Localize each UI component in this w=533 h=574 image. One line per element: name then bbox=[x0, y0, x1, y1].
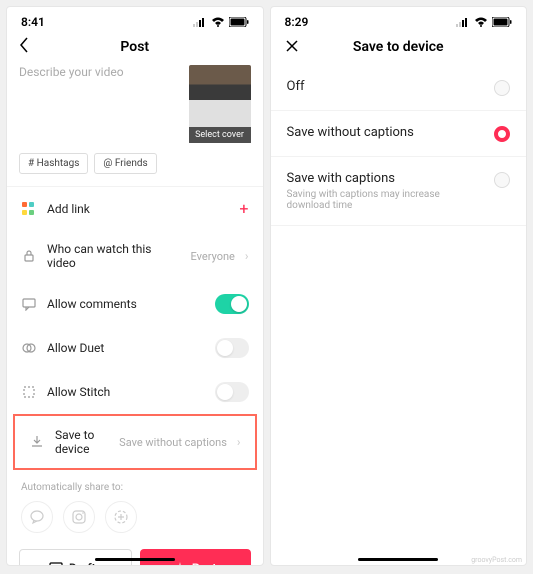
nav-bar: Post bbox=[7, 33, 263, 65]
save-to-device-screen: 8:29 Save to device Off Save without cap… bbox=[270, 6, 528, 566]
share-section: Automatically share to: bbox=[7, 470, 263, 539]
comments-row: Allow comments bbox=[7, 282, 263, 326]
drafts-icon bbox=[49, 562, 63, 566]
signal-icon bbox=[193, 17, 207, 27]
share-instagram-icon[interactable] bbox=[63, 501, 95, 533]
comment-icon bbox=[21, 296, 37, 312]
option-with-captions-sub: Saving with captions may increase downlo… bbox=[287, 189, 485, 211]
page-title: Post bbox=[120, 39, 149, 55]
option-off-label: Off bbox=[287, 79, 485, 94]
stitch-icon bbox=[21, 384, 37, 400]
lock-icon bbox=[21, 248, 37, 264]
status-bar: 8:29 bbox=[271, 7, 527, 33]
option-no-captions[interactable]: Save without captions bbox=[271, 111, 527, 157]
status-time: 8:41 bbox=[21, 15, 45, 29]
status-indicators bbox=[456, 17, 512, 27]
caption-input[interactable]: Describe your video bbox=[19, 65, 181, 143]
privacy-row[interactable]: Who can watch this video Everyone › bbox=[7, 230, 263, 282]
option-no-captions-label: Save without captions bbox=[287, 125, 485, 140]
share-icons bbox=[21, 501, 249, 533]
share-label: Automatically share to: bbox=[21, 482, 249, 493]
home-indicator bbox=[95, 558, 175, 561]
radio-with-captions[interactable] bbox=[494, 172, 510, 188]
comments-toggle[interactable] bbox=[215, 294, 249, 314]
status-time: 8:29 bbox=[285, 15, 309, 29]
post-label: Post bbox=[192, 561, 217, 566]
save-highlight: Save to device Save without captions › bbox=[13, 414, 257, 470]
bottom-buttons: Drafts Post bbox=[7, 539, 263, 566]
duet-icon bbox=[21, 340, 37, 356]
watermark: groovyPost.com bbox=[471, 556, 522, 564]
chevron-right-icon: › bbox=[237, 435, 241, 449]
select-cover-label: Select cover bbox=[189, 127, 251, 143]
nav-bar: Save to device bbox=[271, 33, 527, 65]
page-title: Save to device bbox=[353, 39, 444, 55]
signal-icon bbox=[456, 17, 470, 27]
option-off[interactable]: Off bbox=[271, 65, 527, 111]
download-icon bbox=[29, 434, 45, 450]
privacy-value: Everyone bbox=[191, 250, 235, 263]
chevron-left-icon bbox=[19, 37, 29, 53]
save-value: Save without captions bbox=[119, 436, 227, 449]
add-link-row[interactable]: Add link + bbox=[7, 186, 263, 230]
battery-icon bbox=[229, 17, 249, 27]
wifi-icon bbox=[474, 17, 488, 27]
cover-thumbnail[interactable]: Select cover bbox=[189, 65, 251, 143]
duet-row: Allow Duet bbox=[7, 326, 263, 370]
option-with-captions-label: Save with captions bbox=[287, 171, 485, 186]
radio-off[interactable] bbox=[494, 80, 510, 96]
option-with-captions[interactable]: Save with captions Saving with captions … bbox=[271, 157, 527, 226]
share-message-icon[interactable] bbox=[21, 501, 53, 533]
friends-chip[interactable]: @ Friends bbox=[94, 153, 156, 174]
stitch-row: Allow Stitch bbox=[7, 370, 263, 414]
add-link-label: Add link bbox=[47, 202, 229, 216]
back-button[interactable] bbox=[19, 37, 29, 57]
close-icon bbox=[285, 39, 299, 53]
status-bar: 8:41 bbox=[7, 7, 263, 33]
battery-icon bbox=[492, 17, 512, 27]
plus-icon: + bbox=[239, 199, 248, 218]
privacy-label: Who can watch this video bbox=[47, 242, 181, 270]
radio-no-captions[interactable] bbox=[494, 126, 510, 142]
duet-toggle[interactable] bbox=[215, 338, 249, 358]
wifi-icon bbox=[211, 17, 225, 27]
sparkle-icon bbox=[174, 562, 186, 566]
stitch-label: Allow Stitch bbox=[47, 385, 205, 399]
hashtags-chip[interactable]: # Hashtags bbox=[19, 153, 88, 174]
status-indicators bbox=[193, 17, 249, 27]
duet-label: Allow Duet bbox=[47, 341, 205, 355]
save-row[interactable]: Save to device Save without captions › bbox=[15, 416, 255, 468]
caption-area: Describe your video Select cover bbox=[7, 65, 263, 153]
close-button[interactable] bbox=[285, 38, 299, 57]
comments-label: Allow comments bbox=[47, 297, 205, 311]
home-indicator bbox=[358, 558, 438, 561]
chips-row: # Hashtags @ Friends bbox=[7, 153, 263, 186]
chevron-right-icon: › bbox=[245, 249, 249, 263]
post-screen: 8:41 Post Describe your video Select cov… bbox=[6, 6, 264, 566]
share-stories-icon[interactable] bbox=[105, 501, 137, 533]
drafts-label: Drafts bbox=[69, 561, 102, 566]
link-dots-icon bbox=[21, 201, 37, 217]
stitch-toggle[interactable] bbox=[215, 382, 249, 402]
save-label: Save to device bbox=[55, 428, 109, 456]
